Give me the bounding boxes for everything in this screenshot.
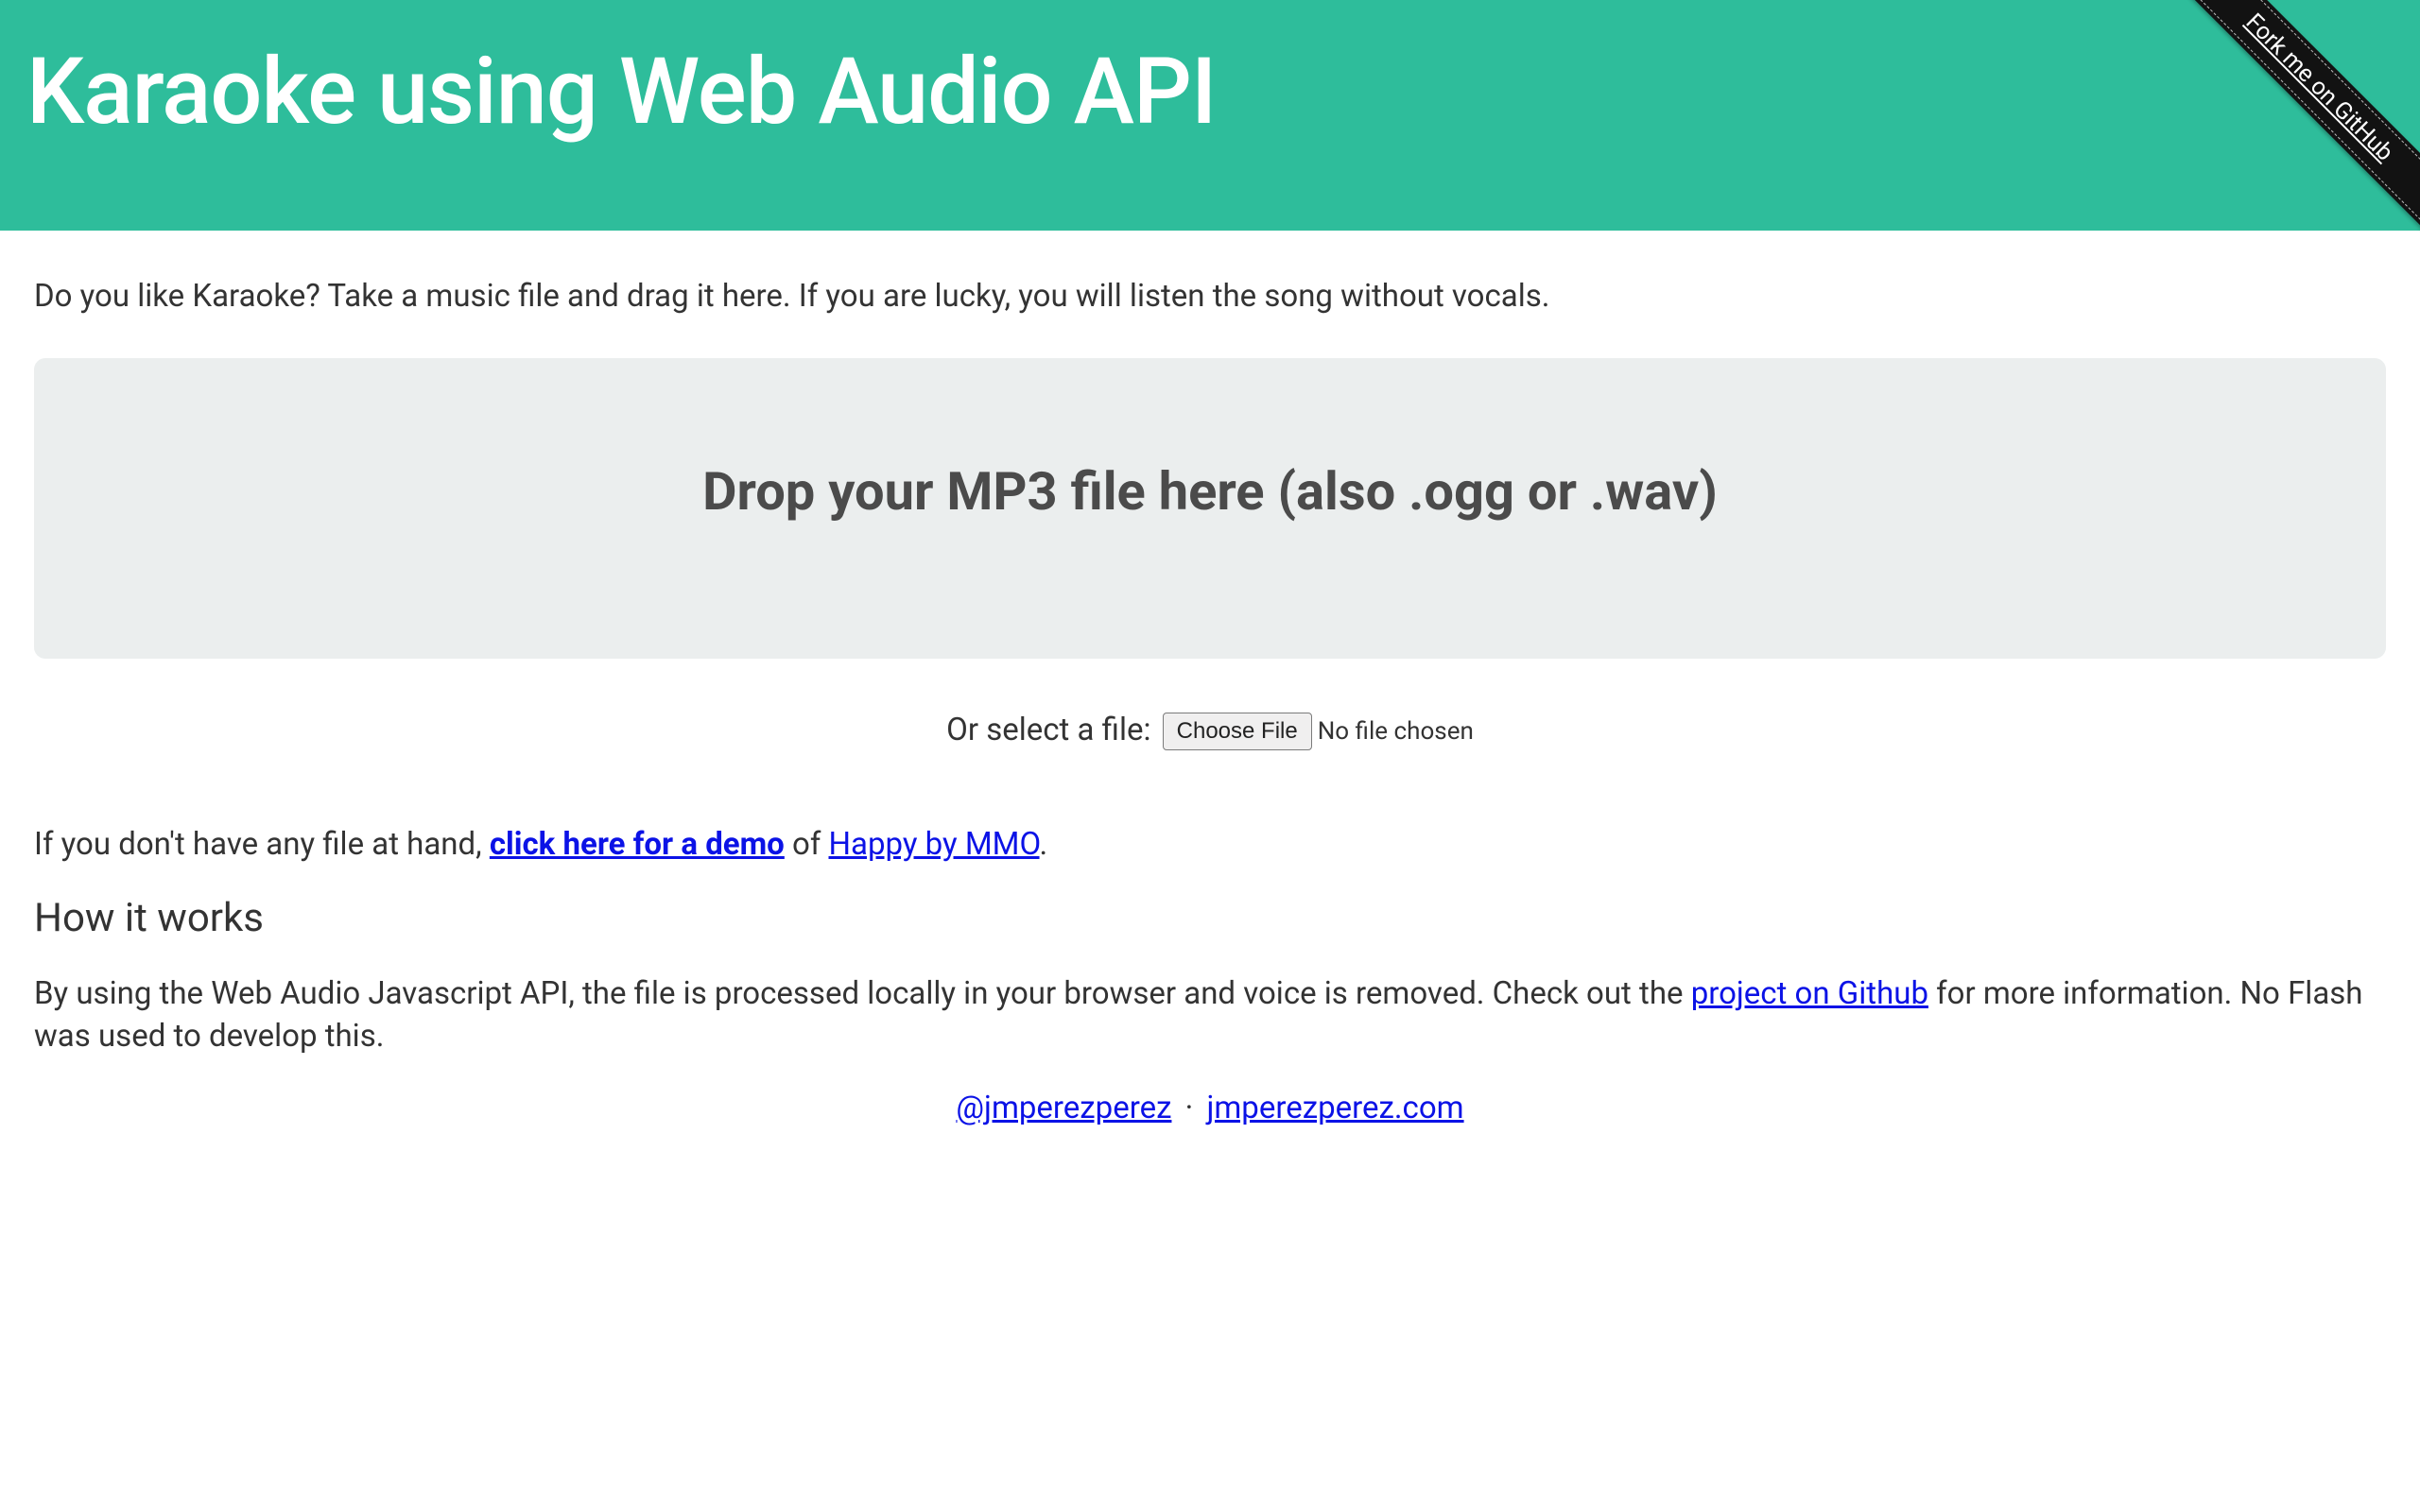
dropzone-title: Drop your MP3 file here (also .ogg or .w…: [53, 460, 2367, 523]
how-it-works-text: By using the Web Audio Javascript API, t…: [34, 973, 2386, 1057]
intro-text: Do you like Karaoke? Take a music file a…: [34, 278, 2386, 315]
file-select-label: Or select a file:: [946, 712, 1159, 748]
how-it-works-heading: How it works: [34, 895, 2386, 941]
file-select-row: Or select a file: Choose FileNo file cho…: [34, 712, 2386, 750]
file-status-text: No file chosen: [1318, 717, 1474, 746]
demo-prefix: If you don't have any file at hand,: [34, 826, 490, 863]
demo-link[interactable]: click here for a demo: [490, 826, 785, 863]
file-dropzone[interactable]: Drop your MP3 file here (also .ogg or .w…: [34, 358, 2386, 659]
choose-file-button[interactable]: Choose File: [1163, 713, 1312, 750]
how-text-a: By using the Web Audio Javascript API, t…: [34, 975, 1691, 1012]
demo-suffix: .: [1040, 826, 1048, 863]
footer-separator: ·: [1177, 1090, 1201, 1126]
twitter-link[interactable]: @jmperezperez: [956, 1090, 1171, 1126]
website-link[interactable]: jmperezperez.com: [1206, 1090, 1463, 1126]
demo-song-link[interactable]: Happy by MMO: [829, 826, 1040, 863]
project-github-link[interactable]: project on Github: [1691, 975, 1928, 1012]
footer: @jmperezperez · jmperezperez.com: [34, 1090, 2386, 1126]
page-title: Karaoke using Web Audio API: [26, 38, 2394, 146]
main-content: Do you like Karaoke? Take a music file a…: [0, 231, 2420, 1126]
demo-line: If you don't have any file at hand, clic…: [34, 826, 2386, 863]
page-header: Karaoke using Web Audio API Fork me on G…: [0, 0, 2420, 231]
demo-middle: of: [785, 826, 829, 863]
